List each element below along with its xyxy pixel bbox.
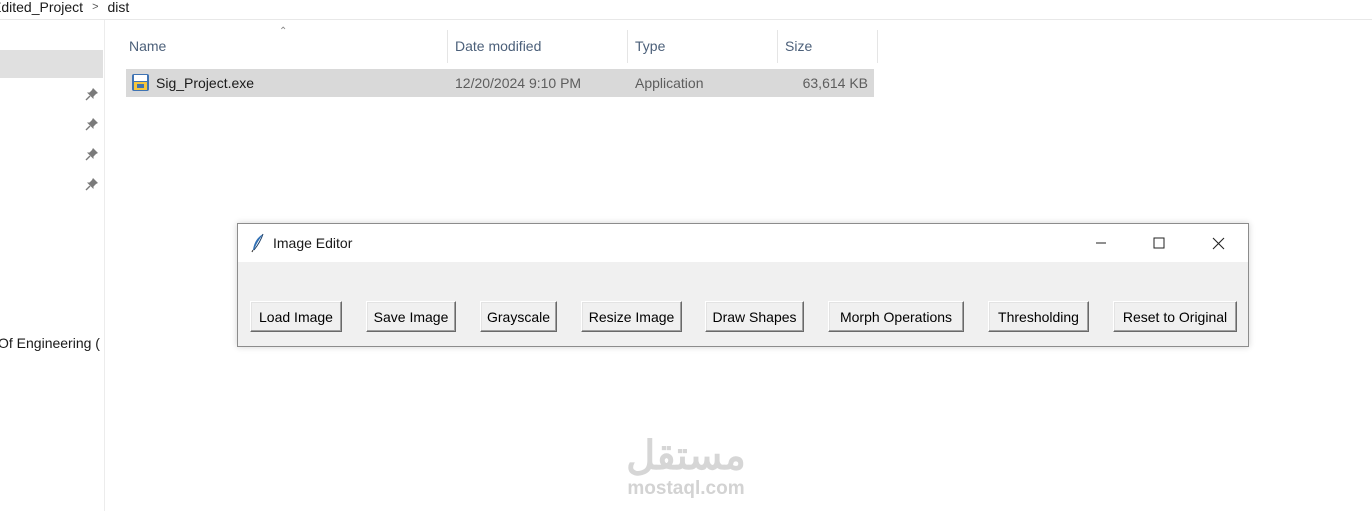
column-header-size[interactable]: Size [785, 30, 877, 62]
file-date: 12/20/2024 9:10 PM [455, 75, 582, 91]
tk-feather-icon [251, 233, 264, 253]
breadcrumb-segment-dist[interactable]: dist [108, 0, 130, 15]
screen: Edited_Project > dist Of Engineering ( ⌃… [0, 0, 1372, 511]
save-image-button[interactable]: Save Image [366, 301, 456, 332]
grayscale-button[interactable]: Grayscale [480, 301, 557, 332]
pin-icon[interactable] [85, 87, 99, 101]
address-bar-divider [0, 19, 1372, 20]
maximize-button[interactable] [1136, 224, 1182, 262]
file-type: Application [635, 75, 704, 91]
minimize-button[interactable] [1078, 224, 1124, 262]
column-header-name-label: Name [129, 38, 167, 54]
maximize-icon [1153, 237, 1165, 249]
breadcrumb-chevron-icon[interactable]: > [92, 1, 98, 13]
python-exe-icon [132, 74, 149, 91]
breadcrumb-segment-edited-project[interactable]: Edited_Project [0, 0, 83, 15]
file-name[interactable]: Sig_Project.exe [156, 69, 254, 97]
column-divider[interactable] [627, 30, 628, 63]
draw-shapes-button[interactable]: Draw Shapes [705, 301, 804, 332]
window-title: Image Editor [273, 235, 353, 251]
watermark-logo-latin: mostaql.com [627, 478, 745, 499]
file-row[interactable]: Sig_Project.exe 12/20/2024 9:10 PM Appli… [126, 69, 874, 97]
nav-item-selected[interactable] [0, 50, 103, 78]
column-divider[interactable] [877, 30, 878, 63]
file-size: 63,614 KB [802, 75, 868, 91]
close-button[interactable] [1195, 224, 1241, 262]
breadcrumb: Edited_Project > dist [0, 0, 129, 17]
column-header-type[interactable]: Type [635, 30, 777, 62]
watermark-logo-arabic: مستقل [626, 434, 746, 478]
morph-operations-button[interactable]: Morph Operations [828, 301, 964, 332]
column-header-date[interactable]: Date modified [455, 30, 627, 62]
column-header-date-label: Date modified [455, 38, 542, 54]
column-divider[interactable] [447, 30, 448, 63]
column-header-type-label: Type [635, 38, 666, 54]
column-divider[interactable] [777, 30, 778, 63]
resize-image-button[interactable]: Resize Image [581, 301, 682, 332]
pin-icon[interactable] [85, 177, 99, 191]
navigation-pane: Of Engineering ( [0, 20, 105, 511]
close-icon [1212, 237, 1224, 249]
nav-item-engineering[interactable]: Of Engineering ( [0, 335, 100, 351]
minimize-icon [1096, 242, 1106, 244]
column-header-name[interactable]: Name [129, 30, 447, 62]
load-image-button[interactable]: Load Image [250, 301, 342, 332]
pin-icon[interactable] [85, 147, 99, 161]
title-bar[interactable]: Image Editor [238, 224, 1248, 262]
column-header-size-label: Size [785, 38, 813, 54]
reset-to-original-button[interactable]: Reset to Original [1113, 301, 1237, 332]
pin-icon[interactable] [85, 117, 99, 131]
thresholding-button[interactable]: Thresholding [988, 301, 1089, 332]
image-editor-window: Image Editor Load Image Save Image Grays… [237, 223, 1249, 347]
